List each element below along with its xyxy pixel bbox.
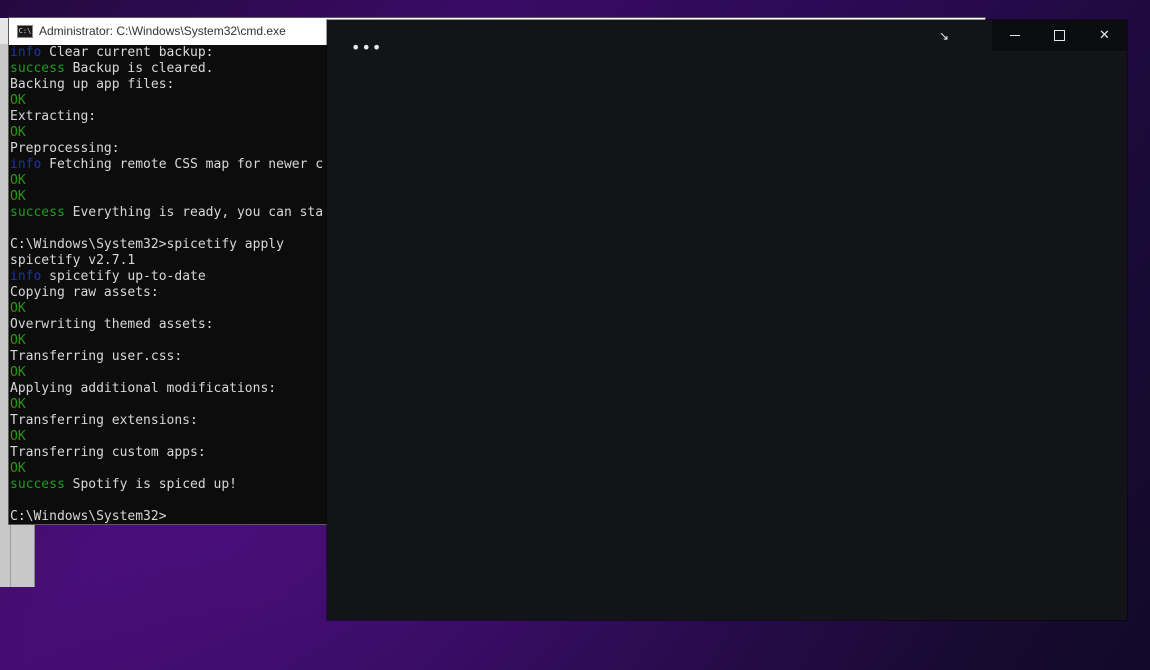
maximize-button[interactable] bbox=[1037, 20, 1082, 51]
maximize-icon bbox=[1054, 30, 1065, 41]
cmd-icon: C:\ bbox=[17, 25, 33, 38]
console-text: Backing up app files: bbox=[10, 77, 175, 92]
close-button[interactable]: ✕ bbox=[1082, 20, 1127, 51]
more-options-icon[interactable]: ••• bbox=[351, 40, 382, 56]
window-controls: ✕ bbox=[992, 20, 1127, 51]
minimize-icon bbox=[1009, 35, 1020, 36]
console-text: Transferring custom apps: bbox=[10, 445, 206, 460]
console-text: Backup is cleared. bbox=[64, 61, 214, 76]
cmd-window-title: Administrator: C:\Windows\System32\cmd.e… bbox=[39, 24, 286, 38]
console-text: Spotify is spiced up! bbox=[64, 477, 237, 492]
console-tag-ok: OK bbox=[10, 429, 26, 444]
spotify-window[interactable]: ••• ↘ ✕ bbox=[327, 20, 1127, 620]
console-tag-success: success bbox=[10, 205, 65, 220]
console-tag-ok: OK bbox=[10, 125, 26, 140]
console-text: Clear current backup: bbox=[41, 45, 214, 60]
console-text: Fetching remote CSS map for newer c bbox=[41, 157, 324, 172]
console-tag-success: success bbox=[10, 61, 65, 76]
console-tag-ok: OK bbox=[10, 461, 26, 476]
console-text: Transferring user.css: bbox=[10, 349, 183, 364]
console-tag-info: info bbox=[10, 157, 42, 172]
console-text: Applying additional modifications: bbox=[10, 381, 277, 396]
console-tag-info: info bbox=[10, 269, 42, 284]
console-text: Copying raw assets: bbox=[10, 285, 159, 300]
mouse-cursor-icon: ↘ bbox=[939, 29, 950, 43]
console-text: Preprocessing: bbox=[10, 141, 120, 156]
console-tag-ok: OK bbox=[10, 365, 26, 380]
console-text: Everything is ready, you can sta bbox=[64, 205, 324, 220]
close-icon: ✕ bbox=[1099, 28, 1110, 43]
console-tag-ok: OK bbox=[10, 93, 26, 108]
console-text: spicetify v2.7.1 bbox=[10, 253, 136, 268]
console-tag-info: info bbox=[10, 45, 42, 60]
console-tag-ok: OK bbox=[10, 301, 26, 316]
console-tag-success: success bbox=[10, 477, 65, 492]
console-tag-ok: OK bbox=[10, 397, 26, 412]
console-text: spicetify up-to-date bbox=[41, 269, 206, 284]
console-text: C:\Windows\System32> bbox=[10, 509, 167, 524]
minimize-button[interactable] bbox=[992, 20, 1037, 51]
console-text: Overwriting themed assets: bbox=[10, 317, 214, 332]
console-text: Transferring extensions: bbox=[10, 413, 198, 428]
console-tag-ok: OK bbox=[10, 333, 26, 348]
console-text: Extracting: bbox=[10, 109, 97, 124]
console-tag-ok: OK bbox=[10, 189, 26, 204]
console-text: C:\Windows\System32>spicetify apply bbox=[10, 237, 284, 252]
console-tag-ok: OK bbox=[10, 173, 26, 188]
